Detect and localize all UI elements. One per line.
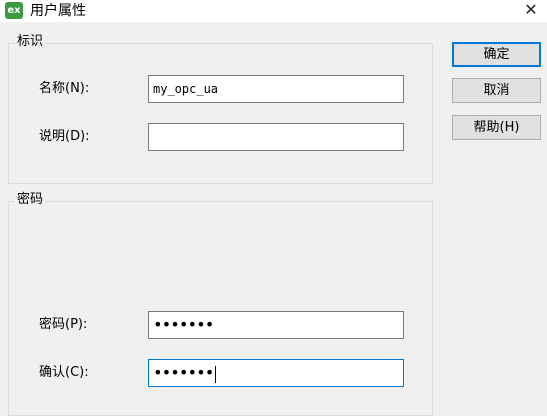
title-bar: ex 用户属性 ✕ bbox=[0, 0, 547, 22]
identity-group bbox=[8, 43, 433, 184]
confirm-password-input[interactable]: ••••••• bbox=[148, 359, 404, 387]
name-label: 名称(N): bbox=[39, 81, 90, 96]
password-input-value: ••••••• bbox=[153, 315, 214, 334]
name-input[interactable]: my_opc_ua bbox=[148, 75, 404, 103]
text-caret bbox=[215, 366, 217, 383]
password-label: 密码(P): bbox=[39, 317, 88, 332]
window-title: 用户属性 bbox=[30, 3, 86, 19]
confirm-password-input-value: ••••••• bbox=[153, 363, 214, 382]
description-input[interactable] bbox=[148, 123, 404, 151]
confirm-label: 确认(C): bbox=[39, 365, 89, 380]
identity-group-title: 标识 bbox=[15, 34, 46, 50]
cancel-button[interactable]: 取消 bbox=[452, 78, 541, 103]
password-input[interactable]: ••••••• bbox=[148, 311, 404, 339]
name-input-value: my_opc_ua bbox=[153, 82, 219, 96]
description-label: 说明(D): bbox=[39, 129, 90, 144]
help-button[interactable]: 帮助(H) bbox=[452, 115, 541, 140]
app-icon: ex bbox=[5, 2, 23, 19]
ok-button[interactable]: 确定 bbox=[452, 42, 541, 67]
close-icon[interactable]: ✕ bbox=[523, 0, 539, 20]
password-group-title: 密码 bbox=[15, 192, 46, 208]
